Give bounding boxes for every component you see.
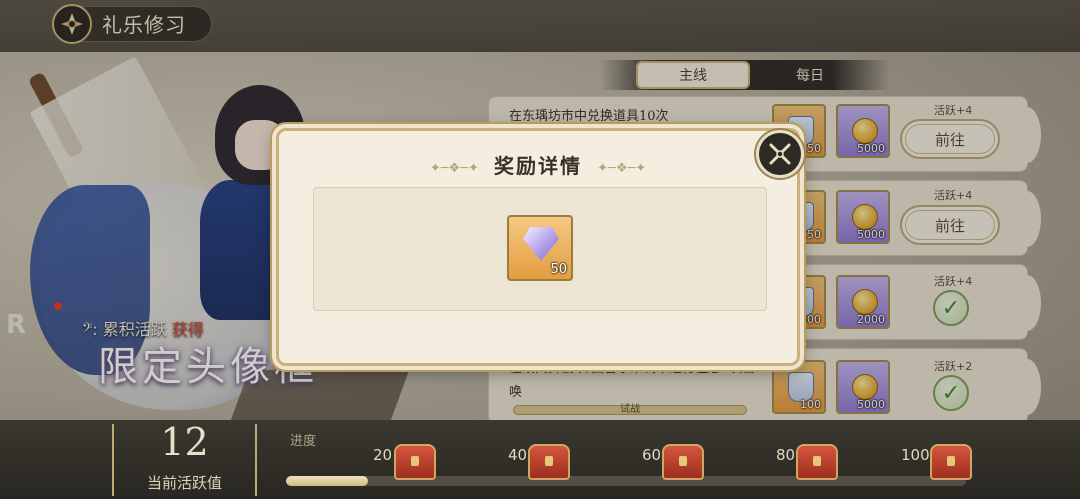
purple-gem-icon	[523, 227, 559, 261]
reward-count: 50	[550, 262, 567, 277]
ornament-right: ✦─❖─✦	[597, 161, 647, 176]
reward-item-gem[interactable]: 50	[507, 215, 573, 281]
modal-title: 奖励详情	[494, 154, 582, 178]
modal-header: ✦─❖─✦ 奖励详情 ✦─❖─✦	[276, 150, 800, 179]
ornament-left: ✦─❖─✦	[429, 161, 479, 176]
close-x-icon[interactable]	[756, 130, 804, 178]
